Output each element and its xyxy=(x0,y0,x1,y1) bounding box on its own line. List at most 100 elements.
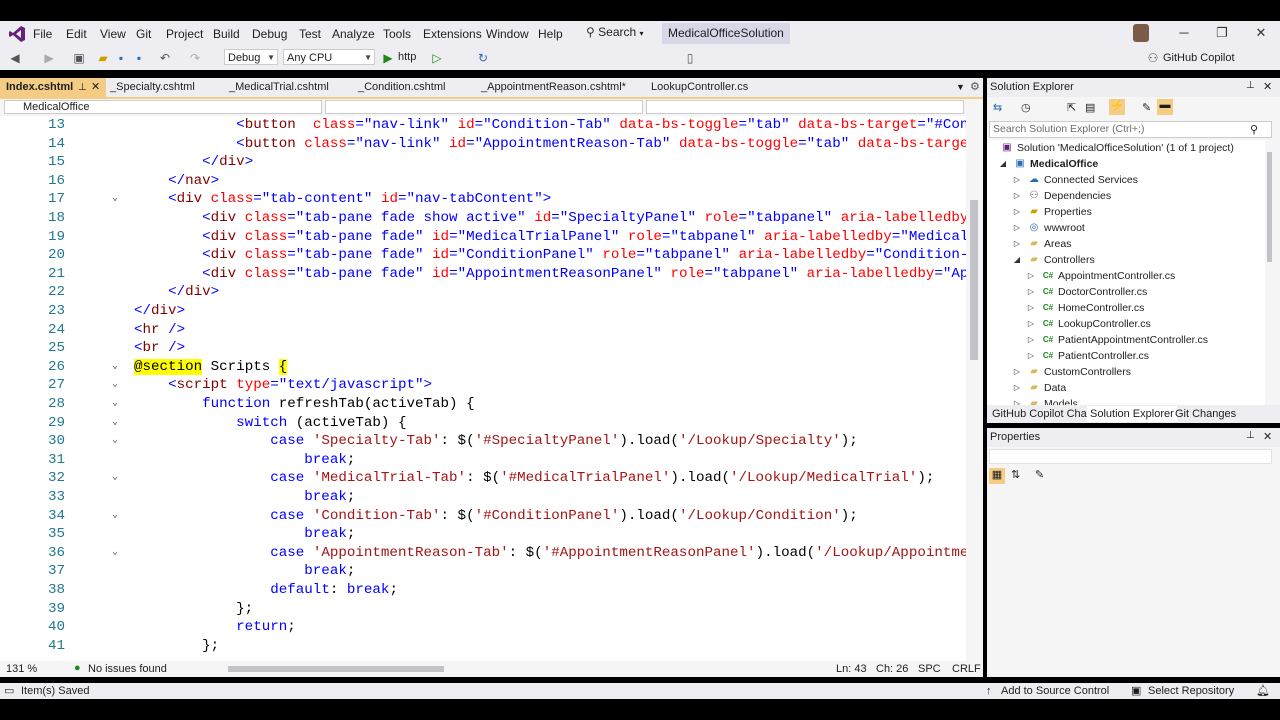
tree-node[interactable]: ▷ ☁ Connected Services xyxy=(987,172,1265,188)
doc-tab[interactable]: _AppointmentReason.cshtml* xyxy=(475,78,646,97)
line-ending-mode[interactable]: CRLF xyxy=(952,663,981,675)
panel-tab[interactable]: Git Changes xyxy=(1172,406,1239,422)
code-line[interactable]: 13 <button class="nav-link" id="Conditio… xyxy=(0,116,966,135)
bookmark-icon[interactable]: ▯ xyxy=(683,51,697,65)
tree-node[interactable]: ◢ ▣ MedicalOffice xyxy=(987,156,1265,172)
tree-node[interactable]: ▷ ▰ Areas xyxy=(987,236,1265,252)
new-item-icon[interactable]: ▣ xyxy=(72,51,86,65)
collapsed-arrow-icon[interactable]: ▷ xyxy=(1026,268,1036,284)
tree-scrollbar-thumb[interactable] xyxy=(1267,152,1272,262)
menu-tools[interactable]: Tools xyxy=(383,27,411,41)
tree-node[interactable]: ▷ ▰ CustomControllers xyxy=(987,364,1265,380)
solution-search-input[interactable]: Search Solution Explorer (Ctrl+;) xyxy=(989,121,1272,138)
platform-dropdown[interactable]: Any CPU ▼ xyxy=(283,49,375,65)
expanded-arrow-icon[interactable]: ◢ xyxy=(1012,252,1022,268)
code-line[interactable]: 20 <div class="tab-pane fade" id="Condit… xyxy=(0,246,966,265)
collapsed-arrow-icon[interactable]: ▷ xyxy=(1012,396,1022,405)
filter-icon[interactable]: ⚡ xyxy=(1109,99,1125,115)
zoom-level[interactable]: 131 % xyxy=(6,663,37,675)
pin-icon[interactable]: ⊥ xyxy=(1246,80,1255,91)
project-dropdown[interactable]: MedicalOffice xyxy=(4,100,322,114)
start-without-debug-icon[interactable]: ▷ xyxy=(430,51,444,65)
tree-node[interactable]: ▷ C# PatientAppointmentController.cs xyxy=(987,332,1265,348)
menu-test[interactable]: Test xyxy=(299,27,321,41)
tree-node[interactable]: ▷ ▰ Models xyxy=(987,396,1265,405)
code-line[interactable]: 26 ⌄ @section Scripts { xyxy=(0,358,966,377)
code-line[interactable]: 40 return; xyxy=(0,618,966,637)
collapsed-arrow-icon[interactable]: ▷ xyxy=(1026,316,1036,332)
tree-node[interactable]: ▣ Solution 'MedicalOfficeSolution' (1 of … xyxy=(987,140,1265,156)
doc-tab[interactable]: _MedicalTrial.cshtml xyxy=(223,78,354,97)
collapsed-arrow-icon[interactable]: ▷ xyxy=(1026,348,1036,364)
copilot-icon[interactable]: ⚇ xyxy=(1146,51,1160,65)
close-tab-icon[interactable]: ✕ xyxy=(91,78,100,97)
minimize-button[interactable]: ─ xyxy=(1170,25,1198,40)
code-line[interactable]: 29 ⌄ switch (activeTab) { xyxy=(0,414,966,433)
code-line[interactable]: 39 }; xyxy=(0,600,966,619)
code-line[interactable]: 41 }; xyxy=(0,637,966,656)
tree-node[interactable]: ▷ C# DoctorController.cs xyxy=(987,284,1265,300)
avatar[interactable] xyxy=(1133,24,1149,42)
open-folder-icon[interactable]: ▰ xyxy=(96,51,110,65)
show-all-files-icon[interactable]: ▤ xyxy=(1085,101,1095,114)
code-line[interactable]: 28 ⌄ function refreshTab(activeTab) { xyxy=(0,395,966,414)
code-line[interactable]: 27 ⌄ <script type="text/javascript"> xyxy=(0,376,966,395)
settings-icon[interactable]: ⚙ xyxy=(970,80,980,93)
panel-tab[interactable]: Solution Explorer xyxy=(1087,406,1177,422)
search-menu[interactable]: ⚲ Search ▾ xyxy=(586,25,644,42)
run-target-label[interactable]: http xyxy=(398,51,416,63)
collapsed-arrow-icon[interactable]: ▷ xyxy=(1012,172,1022,188)
code-line[interactable]: 21 <div class="tab-pane fade" id="Appoin… xyxy=(0,265,966,284)
collapse-all-icon[interactable]: ⇱ xyxy=(1067,101,1076,114)
fold-chevron-icon[interactable]: ⌄ xyxy=(112,544,118,563)
overflow-chevron-icon[interactable]: ▼ xyxy=(956,82,965,92)
fold-chevron-icon[interactable]: ⌄ xyxy=(112,507,118,526)
collapsed-arrow-icon[interactable]: ▷ xyxy=(1012,364,1022,380)
save-icon[interactable]: ▪ xyxy=(114,51,128,65)
categorized-icon[interactable]: ▦ xyxy=(989,468,1005,484)
code-line[interactable]: 17 ⌄ <div class="tab-content" id="nav-tab… xyxy=(0,190,966,209)
tree-node[interactable]: ▷ ◎ wwwroot xyxy=(987,220,1265,236)
menu-git[interactable]: Git xyxy=(136,27,151,41)
doc-tab[interactable]: _Specialty.cshtml xyxy=(104,78,225,97)
pin-icon[interactable]: ⊥ xyxy=(1246,430,1255,441)
code-line[interactable]: 16 </nav> xyxy=(0,172,966,191)
collapsed-arrow-icon[interactable]: ▷ xyxy=(1012,380,1022,396)
whitespace-mode[interactable]: SPC xyxy=(918,663,941,675)
menu-build[interactable]: Build xyxy=(213,27,240,41)
code-line[interactable]: 31 break; xyxy=(0,451,966,470)
code-line[interactable]: 25 <br /> xyxy=(0,339,966,358)
menu-help[interactable]: Help xyxy=(538,27,563,41)
redo-icon[interactable]: ↷ xyxy=(188,51,202,65)
fold-chevron-icon[interactable]: ⌄ xyxy=(112,469,118,488)
tree-node[interactable]: ▷ ▰ Properties xyxy=(987,204,1265,220)
code-line[interactable]: 23 </div> xyxy=(0,302,966,321)
add-source-control[interactable]: Add to Source Control xyxy=(1001,683,1109,699)
collapsed-arrow-icon[interactable]: ▷ xyxy=(1012,188,1022,204)
pin-icon[interactable]: ⊥ xyxy=(78,78,87,97)
code-line[interactable]: 14 <button class="nav-link" id="Appointm… xyxy=(0,135,966,154)
properties-object-dropdown[interactable] xyxy=(989,449,1272,464)
fold-chevron-icon[interactable]: ⌄ xyxy=(112,376,118,395)
tree-node[interactable]: ▷ C# HomeController.cs xyxy=(987,300,1265,316)
undo-icon[interactable]: ↶ xyxy=(158,51,172,65)
tree-node[interactable]: ▷ C# AppointmentController.cs xyxy=(987,268,1265,284)
expanded-arrow-icon[interactable]: ◢ xyxy=(998,156,1008,172)
collapsed-arrow-icon[interactable]: ▷ xyxy=(1026,332,1036,348)
sync-icon[interactable]: ⇆ xyxy=(993,101,1002,114)
alphabetical-icon[interactable]: ⇅ xyxy=(1011,468,1020,481)
code-line[interactable]: 35 break; xyxy=(0,525,966,544)
fold-chevron-icon[interactable]: ⌄ xyxy=(112,395,118,414)
save-all-icon[interactable]: ▪ xyxy=(132,51,146,65)
code-line[interactable]: 18 <div class="tab-pane fade show active… xyxy=(0,209,966,228)
menu-debug[interactable]: Debug xyxy=(252,27,287,41)
menu-project[interactable]: Project xyxy=(166,27,203,41)
fold-chevron-icon[interactable]: ⌄ xyxy=(112,358,118,377)
code-line[interactable]: 30 ⌄ case 'Specialty-Tab': $('#SpecialtyP… xyxy=(0,432,966,451)
editor-horizontal-scrollbar[interactable] xyxy=(228,666,444,672)
doc-tab[interactable]: Index.cshtml ⊥ ✕ xyxy=(0,78,106,99)
collapsed-arrow-icon[interactable]: ▷ xyxy=(1012,204,1022,220)
back-icon[interactable]: ◀ xyxy=(8,51,22,65)
copilot-label[interactable]: GitHub Copilot xyxy=(1163,52,1235,64)
code-line[interactable]: 34 ⌄ case 'Condition-Tab': $('#ConditionP… xyxy=(0,507,966,526)
